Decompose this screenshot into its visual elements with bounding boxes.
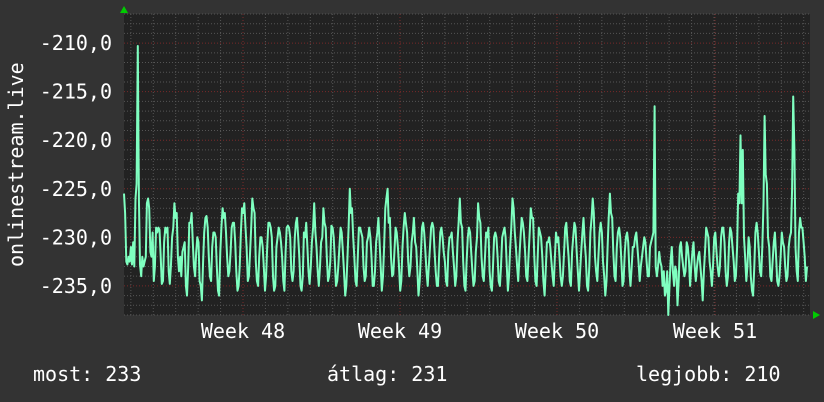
stat-average: átlag: 231 xyxy=(327,362,448,386)
y-tick-label: -230,0 xyxy=(40,225,112,249)
x-tick-label: Week 48 xyxy=(201,319,285,343)
line-chart: -210,0 -215,0 -220,0 -225,0 -230,0 -235,0 Wee… xyxy=(40,6,820,343)
y-axis-arrow-icon xyxy=(120,6,128,13)
x-axis-arrow-icon xyxy=(813,311,820,319)
y-tick-label: -235,0 xyxy=(40,274,112,298)
y-axis-ticks: -210,0 -215,0 -220,0 -225,0 -230,0 -235,0 xyxy=(40,31,112,298)
x-tick-label: Week 49 xyxy=(358,319,442,343)
y-tick-label: -215,0 xyxy=(40,80,112,104)
stat-best: legjobb: 210 xyxy=(636,362,781,386)
y-tick-label: -225,0 xyxy=(40,177,112,201)
y-axis-label: onlinestream.live xyxy=(4,62,28,268)
y-tick-label: -210,0 xyxy=(40,31,112,55)
x-axis-ticks: Week 48 Week 49 Week 50 Week 51 xyxy=(201,319,757,343)
x-tick-label: Week 51 xyxy=(673,319,757,343)
stat-current: most: 233 xyxy=(33,362,142,386)
x-tick-label: Week 50 xyxy=(515,319,599,343)
y-tick-label: -220,0 xyxy=(40,128,112,152)
chart-container: -210,0 -215,0 -220,0 -225,0 -230,0 -235,0 Wee… xyxy=(0,0,824,402)
